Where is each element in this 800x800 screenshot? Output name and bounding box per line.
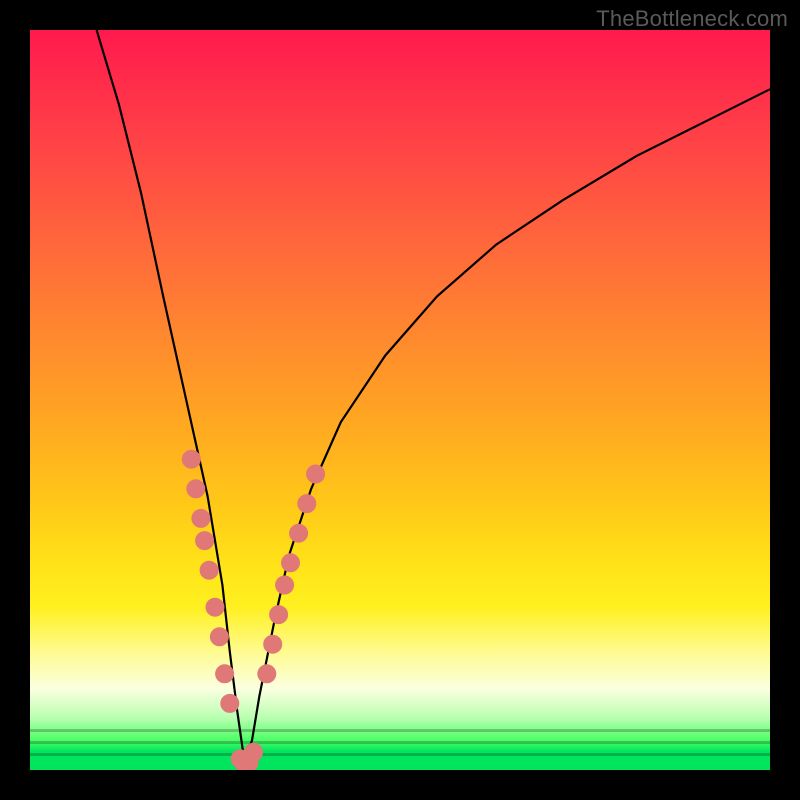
data-point: [270, 606, 288, 624]
data-point: [196, 532, 214, 550]
watermark-text: TheBottleneck.com: [596, 6, 788, 32]
data-point: [192, 509, 210, 527]
v-curve: [97, 30, 770, 763]
data-point: [200, 561, 218, 579]
data-point: [264, 635, 282, 653]
data-point: [206, 598, 224, 616]
curve-layer: [30, 30, 770, 770]
data-point: [245, 743, 263, 761]
data-point: [182, 450, 200, 468]
data-point: [187, 480, 205, 498]
data-point: [298, 495, 316, 513]
dots-apex: [231, 743, 262, 770]
dots-right-arm: [258, 465, 325, 683]
data-point: [210, 628, 228, 646]
data-point: [221, 694, 239, 712]
data-point: [258, 665, 276, 683]
chart-frame: TheBottleneck.com: [0, 0, 800, 800]
dots-left-arm: [182, 450, 239, 712]
data-point: [276, 576, 294, 594]
plot-area: [30, 30, 770, 770]
data-point: [307, 465, 325, 483]
data-point: [282, 554, 300, 572]
data-point: [290, 524, 308, 542]
data-point: [216, 665, 234, 683]
